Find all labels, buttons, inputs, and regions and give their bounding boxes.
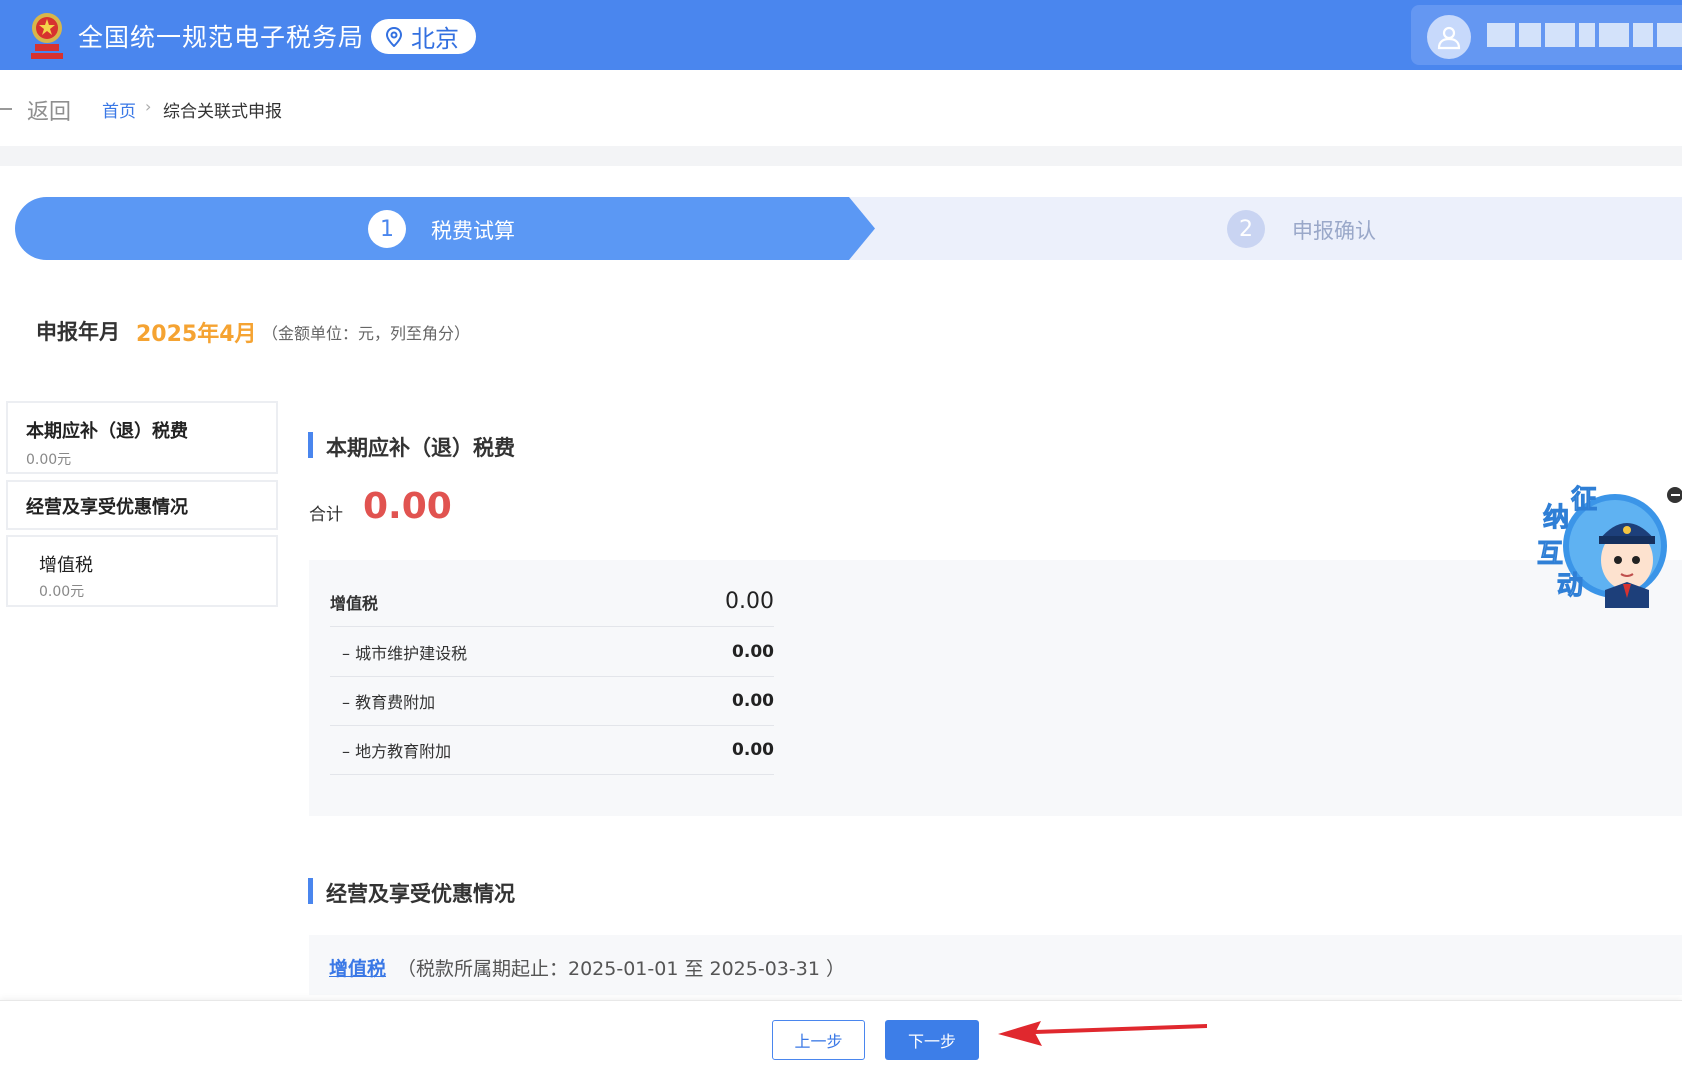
tax-name: – 城市维护建设税 <box>342 644 468 663</box>
mascot-char: 互 <box>1537 539 1563 569</box>
section-accent-bar <box>308 878 313 904</box>
sidebar-item-label: 增值税 <box>39 555 93 576</box>
sidebar-item-label: 本期应补（退）税费 <box>26 421 188 442</box>
period-value: 2025年4月 <box>136 322 257 347</box>
location-selector[interactable]: 北京 <box>371 19 476 54</box>
tax-emblem-logo <box>31 13 63 59</box>
red-arrow-annotation-icon <box>998 1021 1207 1046</box>
tax-amount: 0.00 <box>732 740 774 760</box>
mascot-char: 纳 <box>1543 502 1569 533</box>
section-accent-bar <box>308 432 313 458</box>
step-1-number: 1 <box>368 210 406 248</box>
tax-amount: 0.00 <box>732 642 774 662</box>
sidebar-item-amount: 0.00元 <box>39 584 85 600</box>
period-label: 申报年月 <box>36 320 120 344</box>
previous-step-button[interactable]: 上一步 <box>772 1020 865 1060</box>
back-button[interactable]: 返回 <box>27 94 71 126</box>
sidebar-item-business-incentives[interactable]: 经营及享受优惠情况 <box>6 480 278 530</box>
mascot-close-icon[interactable] <box>1667 487 1682 503</box>
total-value: 0.00 <box>363 486 452 527</box>
user-avatar-icon <box>1427 15 1471 59</box>
tax-name: – 地方教育附加 <box>342 742 452 761</box>
tax-interaction-mascot-icon[interactable]: 征 纳 互 动 <box>1535 478 1670 608</box>
amount-unit-note: （金额单位：元，列至角分） <box>262 324 471 343</box>
tax-amount: 0.00 <box>725 589 774 614</box>
sidebar-item-amount: 0.00元 <box>26 452 72 468</box>
table-row: – 教育费附加 0.00 <box>330 677 774 726</box>
top-header: 全国统一规范电子税务局 北京 <box>0 0 1682 70</box>
section-title-payable: 本期应补（退）税费 <box>326 436 515 460</box>
tax-name: 增值税 <box>330 593 379 613</box>
sidebar-item-payable-tax[interactable]: 本期应补（退）税费 0.00元 <box>6 401 278 474</box>
step-2-number: 2 <box>1227 210 1265 248</box>
location-pin-icon <box>385 26 403 47</box>
tax-name: – 教育费附加 <box>342 693 436 712</box>
step-2-label: 申报确认 <box>1292 219 1376 243</box>
location-label: 北京 <box>411 25 459 53</box>
next-step-button[interactable]: 下一步 <box>885 1020 979 1060</box>
mascot-char: 征 <box>1571 485 1597 515</box>
sidebar-item-label: 经营及享受优惠情况 <box>26 497 188 518</box>
user-menu[interactable] <box>1411 5 1682 65</box>
section-title-incentives: 经营及享受优惠情况 <box>326 882 515 906</box>
tax-amount: 0.00 <box>732 691 774 711</box>
sidebar-item-vat[interactable]: 增值税 0.00元 <box>6 535 278 607</box>
back-divider <box>0 108 12 110</box>
user-name-redacted <box>1487 23 1682 47</box>
total-label: 合计 <box>309 505 343 525</box>
breadcrumb-home-link[interactable]: 首页 <box>102 97 136 122</box>
vat-tax-period: （税款所属期起止：2025-01-01 至 2025-03-31 ） <box>397 958 845 980</box>
breadcrumb-current: 综合关联式申报 <box>163 102 282 122</box>
breadcrumb-separator: › <box>145 97 152 116</box>
section-divider <box>0 146 1682 166</box>
table-row: – 地方教育附加 0.00 <box>330 726 774 775</box>
table-row: 增值税 0.00 <box>330 577 774 627</box>
site-title: 全国统一规范电子税务局 <box>78 23 365 52</box>
table-row: – 城市维护建设税 0.00 <box>330 628 774 677</box>
mascot-char: 动 <box>1557 571 1583 601</box>
step-1-label: 税费试算 <box>431 219 515 243</box>
vat-link[interactable]: 增值税 <box>329 954 386 981</box>
